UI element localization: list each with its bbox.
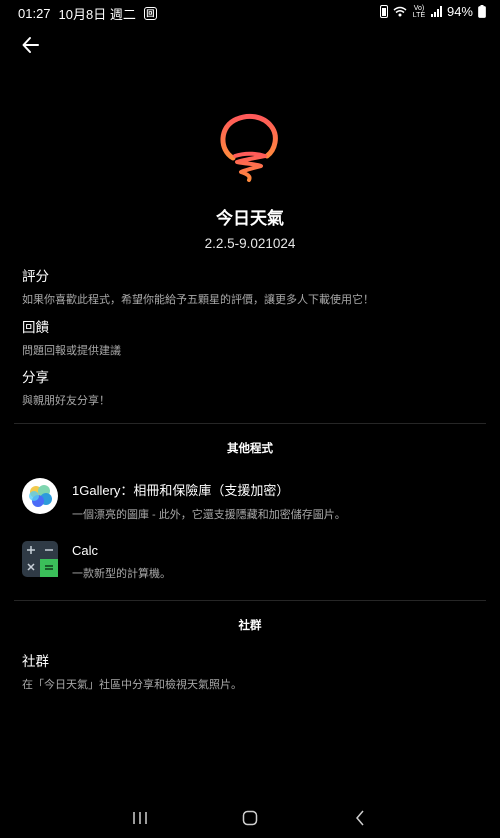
rate-subtitle: 如果你喜歡此程式，希望你能給予五顆星的評價，讓更多人下載使用它！ bbox=[22, 294, 374, 306]
feedback-subtitle: 問題回報或提供建議 bbox=[22, 345, 121, 357]
home-button[interactable] bbox=[230, 808, 270, 828]
app-notification-icon: 回 bbox=[143, 7, 157, 20]
status-bar: 01:27 10月8日 週二 回 Vo) LTE 94% bbox=[0, 0, 500, 24]
back-button[interactable] bbox=[20, 34, 42, 56]
status-right: Vo) LTE 94% bbox=[379, 4, 486, 19]
share-item[interactable]: 分享 與親朋好友分享！ bbox=[22, 366, 482, 408]
battery-icon bbox=[478, 5, 486, 18]
rate-item[interactable]: 評分 如果你喜歡此程式，希望你能給予五顆星的評價，讓更多人下載使用它！ bbox=[22, 265, 482, 307]
status-date: 10月8日 週二 bbox=[58, 7, 136, 22]
calc-app-icon bbox=[22, 541, 58, 577]
battery-saver-icon bbox=[379, 5, 388, 18]
community-item[interactable]: 社群 在「今日天氣」社區中分享和檢視天氣照片。 bbox=[22, 650, 482, 692]
calc-name: Calc bbox=[72, 543, 99, 558]
recents-icon bbox=[133, 812, 147, 824]
community-title: 社群 bbox=[22, 654, 49, 669]
share-title: 分享 bbox=[22, 370, 49, 385]
1gallery-name: 1Gallery：相冊和保險庫（支援加密） bbox=[72, 483, 290, 498]
navigation-bar bbox=[0, 798, 500, 838]
share-subtitle: 與親朋好友分享！ bbox=[22, 395, 110, 407]
app-calc-item[interactable]: Calc 一款新型的計算機。 bbox=[22, 541, 482, 581]
back-arrow-icon bbox=[22, 37, 39, 53]
app-version: 2.2.5-9.021024 bbox=[204, 236, 296, 251]
feedback-item[interactable]: 回饋 問題回報或提供建議 bbox=[22, 316, 482, 358]
feedback-title: 回饋 bbox=[22, 320, 49, 335]
battery-percent: 94% bbox=[446, 4, 473, 19]
community-subtitle: 在「今日天氣」社區中分享和檢視天氣照片。 bbox=[22, 679, 242, 691]
community-heading: 社群 bbox=[238, 620, 262, 632]
nav-back-icon bbox=[356, 810, 364, 826]
rate-title: 評分 bbox=[22, 269, 49, 284]
1gallery-app-icon bbox=[22, 478, 58, 514]
app-title: 今日天氣 bbox=[216, 209, 284, 228]
status-time: 01:27 bbox=[18, 6, 51, 21]
nav-back-button[interactable] bbox=[340, 808, 380, 828]
status-left: 01:27 10月8日 週二 回 bbox=[18, 4, 157, 23]
volte-indicator: Vo) LTE bbox=[412, 4, 426, 19]
other-apps-heading: 其他程式 bbox=[227, 443, 273, 455]
app-logo-icon bbox=[220, 113, 278, 182]
1gallery-description: 一個漂亮的圖庫 - 此外，它還支援隱藏和加密儲存圖片。 bbox=[72, 509, 346, 521]
calc-description: 一款新型的計算機。 bbox=[72, 568, 171, 580]
wifi-icon bbox=[393, 6, 407, 17]
recents-button[interactable] bbox=[120, 808, 160, 828]
divider bbox=[14, 600, 486, 601]
app-1gallery-item[interactable]: 1Gallery：相冊和保險庫（支援加密） 一個漂亮的圖庫 - 此外，它還支援隱… bbox=[22, 478, 482, 521]
home-icon bbox=[242, 810, 258, 826]
divider bbox=[14, 423, 486, 424]
signal-icon bbox=[430, 6, 442, 17]
